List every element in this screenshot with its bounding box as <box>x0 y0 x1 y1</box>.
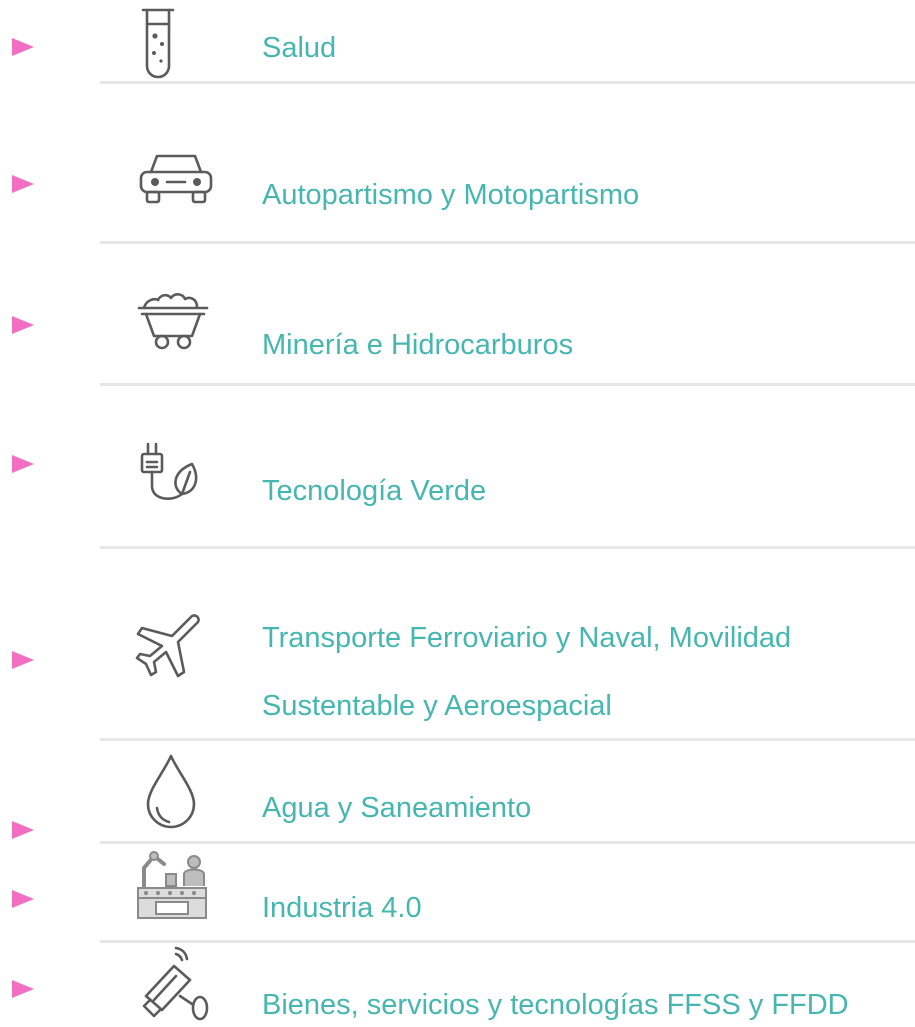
category-label: Agua y Saneamiento <box>262 792 532 824</box>
play-arrow-icon <box>12 38 34 56</box>
play-arrow-icon <box>12 890 34 908</box>
category-label: Tecnología Verde <box>262 475 487 507</box>
divider <box>100 738 915 741</box>
divider <box>100 546 915 549</box>
play-arrow-icon <box>12 651 34 669</box>
divider <box>100 241 915 244</box>
airplane-icon <box>134 610 204 680</box>
test-tube-icon <box>138 6 178 80</box>
factory-robot-icon <box>136 838 208 924</box>
category-label-line2: Sustentable y Aeroespacial <box>262 690 612 722</box>
play-arrow-icon <box>12 175 34 193</box>
water-drop-icon <box>140 752 202 832</box>
category-label: Transporte Ferroviario y Naval, Movilida… <box>262 604 791 740</box>
green-plug-icon <box>138 440 208 512</box>
category-label-line1: Transporte Ferroviario y Naval, Movilida… <box>262 622 792 654</box>
play-arrow-icon <box>12 821 34 839</box>
category-label: Autopartismo y Motopartismo <box>262 179 640 211</box>
play-arrow-icon <box>12 980 34 998</box>
play-arrow-icon <box>12 316 34 334</box>
play-arrow-icon <box>12 455 34 473</box>
car-icon <box>137 150 215 206</box>
category-label: Minería e Hidrocarburos <box>262 329 574 361</box>
divider <box>100 81 915 84</box>
security-camera-icon <box>140 944 214 1022</box>
mine-cart-icon <box>136 284 212 354</box>
divider <box>100 383 915 386</box>
divider <box>100 841 915 844</box>
category-label: Salud <box>262 32 337 64</box>
category-label: Bienes, servicios y tecnologías FFSS y F… <box>262 989 849 1021</box>
divider <box>100 940 915 943</box>
category-label: Industria 4.0 <box>262 892 422 924</box>
